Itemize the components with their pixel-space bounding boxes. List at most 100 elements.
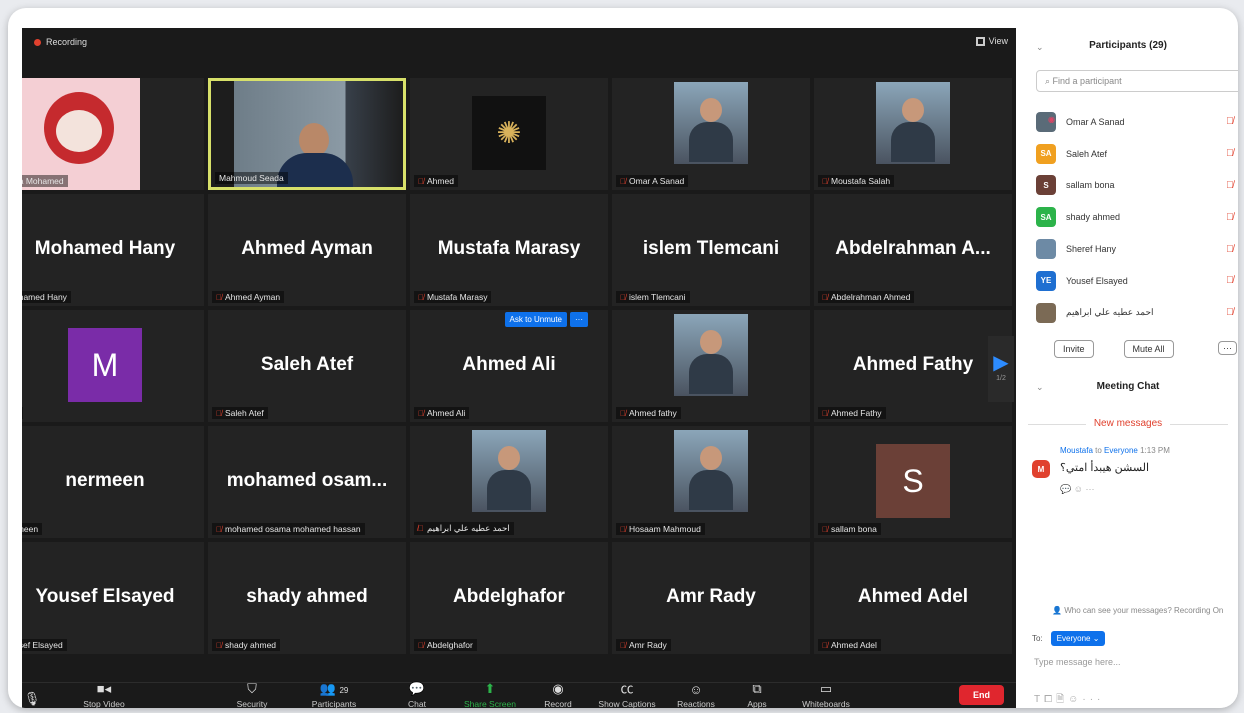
participant-name-label: 🎙̸ Ahmed fathy	[616, 407, 681, 419]
participant-tile[interactable]: Saleh Atef 🎙̸ Saleh Atef	[208, 310, 406, 422]
view-button[interactable]: View	[975, 36, 1008, 46]
file-icon[interactable]: 🗎	[1056, 694, 1068, 705]
participant-list-item[interactable]: Ssallam bona 🎙̸⧄	[1036, 170, 1238, 202]
participant-list-item[interactable]: SA Saleh Atef 🎙̸⧄	[1036, 138, 1238, 170]
name-label-text: mohamed osama mohamed hassan	[225, 524, 361, 534]
next-page-button[interactable]: ▶ 1/2	[988, 336, 1014, 402]
more-icon[interactable]: ···	[1082, 694, 1104, 705]
muted-microphone-icon[interactable]: 🎙̸	[1226, 116, 1234, 127]
participant-tile[interactable]: islem Tlemcani 🎙̸ islem Tlemcani	[612, 194, 810, 306]
participant-tile[interactable]: Mohamed Hany ohamed Hany	[22, 194, 204, 306]
name-label-text: ohamed Hany	[22, 292, 67, 302]
name-label-text: Ahmed	[427, 176, 454, 186]
participant-tile[interactable]: S 🎙̸ sallam bona	[814, 426, 1012, 538]
participant-name-label: 🎙̸ Hosaam Mahmoud	[616, 523, 705, 535]
name-label-text: islem Tlemcani	[629, 292, 686, 302]
show-captions-button[interactable]: ㏄ Show Captions	[587, 678, 667, 708]
participant-tile[interactable]: aa Mohamed	[22, 78, 204, 190]
participant-tile[interactable]: Yousef Elsayed usef Elsayed	[22, 542, 204, 654]
participant-tile[interactable]: Ahmed Ayman 🎙̸ Ahmed Ayman	[208, 194, 406, 306]
record-button[interactable]: ◉ Record	[518, 681, 598, 708]
muted-microphone-icon: 🎙̸	[216, 293, 222, 302]
participant-tile[interactable]: Abdelghafor 🎙̸ Abdelghafor	[410, 542, 608, 654]
participant-tile[interactable]: 🎙̸ Moustafa Salah	[814, 78, 1012, 190]
muted-microphone-icon[interactable]: 🎙̸	[1226, 275, 1234, 286]
muted-microphone-icon: 🎙̸	[418, 177, 424, 186]
participant-tile[interactable]: Mustafa Marasy 🎙̸ Mustafa Marasy	[410, 194, 608, 306]
participant-tile[interactable]: ✺ 🎙̸ Ahmed	[410, 78, 608, 190]
participant-tile[interactable]: 🎙̸ احمد عطيه علي ابراهيم	[410, 426, 608, 538]
participant-name-label: 🎙̸ Moustafa Salah	[818, 175, 895, 187]
participant-list-item[interactable]: Omar A Sanad◉🎙̸⧄	[1036, 106, 1238, 138]
participant-name-label: 🎙̸ Amr Rady	[616, 639, 671, 651]
participant-tile[interactable]: Amr Rady 🎙̸ Amr Rady	[612, 542, 810, 654]
share-screen-label: Share Screen	[464, 699, 516, 708]
participant-tile[interactable]: Ahmed Ali 🎙̸ Ahmed Ali Ask to Unmute ···	[410, 310, 608, 422]
participant-tile[interactable]: 🎙̸ Omar A Sanad	[612, 78, 810, 190]
muted-microphone-icon: 🎙̸	[822, 409, 828, 418]
participant-tile[interactable]: mohamed osam... 🎙̸ mohamed osama mohamed h…	[208, 426, 406, 538]
stop-video-button[interactable]: ■◂ Stop Video	[64, 681, 144, 708]
participant-search-input[interactable]: ⌕ Find a participant	[1036, 70, 1238, 92]
chat-button[interactable]: 💬 Chat	[377, 681, 457, 708]
avatar	[674, 314, 748, 396]
participant-name-label: 🎙̸ Ahmed Ayman	[212, 291, 285, 303]
participant-tile[interactable]: Ahmed Adel 🎙̸ Ahmed Adel	[814, 542, 1012, 654]
participant-tile[interactable]: Abdelrahman A... 🎙̸ Abdelrahman Ahmed	[814, 194, 1012, 306]
participant-list-item[interactable]: احمد عطيه علي ابراهيم 🎙̸⧄	[1036, 297, 1238, 329]
participant-list-item[interactable]: YE Yousef Elsayed ◉ 🎙̸⧄	[1036, 115, 1238, 297]
participant-tile[interactable]: 🎙̸ Ahmed fathy	[612, 310, 810, 422]
participant-tile[interactable]: Mahmoud Seada	[208, 78, 406, 190]
participant-name-label: 🎙̸ Ahmed Adel	[818, 639, 881, 651]
participant-display-name: Amr Rady	[666, 586, 756, 607]
participants-button[interactable]: 👥 29 Participants	[294, 681, 374, 708]
participants-more-button[interactable]: ···	[1218, 341, 1237, 355]
mute-all-button[interactable]: Mute All	[1123, 340, 1174, 358]
participant-tile[interactable]: MF	[22, 310, 204, 422]
muted-microphone-icon[interactable]: 🎙̸	[1226, 212, 1234, 223]
muted-microphone-icon: 🎙̸	[822, 641, 828, 650]
invite-button[interactable]: Invite	[1054, 340, 1094, 358]
chat-message-input[interactable]: Type message here...	[1034, 657, 1121, 667]
reactions-label: Reactions	[677, 699, 715, 708]
message-recipient: Everyone	[1104, 446, 1138, 455]
security-button[interactable]: ⛉ Security	[212, 681, 292, 708]
format-icon[interactable]: T	[1034, 694, 1044, 705]
more-icon[interactable]: ···	[1085, 484, 1094, 494]
muted-microphone-icon[interactable]: 🎙̸	[1226, 180, 1234, 191]
recording-indicator[interactable]: Recording	[34, 37, 87, 47]
participant-status-icons: 🎙̸⧄	[1226, 212, 1238, 223]
reply-icon[interactable]: 💬	[1060, 484, 1071, 494]
name-label-text: usef Elsayed	[22, 640, 63, 650]
chat-label: Chat	[408, 699, 426, 708]
participant-tile[interactable]: nermeen rmeen	[22, 426, 204, 538]
participant-tile[interactable]: Ahmed Fathy 🎙̸ Ahmed Fathy	[814, 310, 1012, 422]
participant-name-label: 🎙̸ Abdelrahman Ahmed	[818, 291, 915, 303]
emoji-icon[interactable]: ☺	[1068, 694, 1082, 705]
ask-to-unmute-button[interactable]: Ask to Unmute	[504, 312, 567, 327]
end-meeting-button[interactable]: End	[959, 685, 1004, 705]
participant-display-name: Saleh Atef	[260, 354, 354, 375]
message-sender[interactable]: Moustafa	[1060, 446, 1093, 455]
muted-microphone-icon: 🎙̸	[216, 525, 222, 534]
whiteboards-button[interactable]: ▭ Whiteboards	[786, 681, 866, 708]
muted-microphone-icon[interactable]: 🎙̸	[1226, 244, 1234, 255]
participant-tile[interactable]: 🎙̸ Hosaam Mahmoud	[612, 426, 810, 538]
tile-more-button[interactable]: ···	[570, 312, 588, 327]
participants-count: 29	[339, 686, 349, 695]
apps-button[interactable]: ⧉ Apps	[717, 681, 797, 708]
who-can-see-messages-link[interactable]: 👤 Who can see your messages? Recording O…	[1052, 606, 1223, 615]
recipient-row: To: Everyone ⌄	[1032, 631, 1106, 646]
participant-tile[interactable]: shady ahmed 🎙̸ shady ahmed	[208, 542, 406, 654]
participant-name: احمد عطيه علي ابراهيم	[1066, 307, 1154, 318]
participant-list-item[interactable]: SA shady ahmed 🎙̸⧄	[1036, 201, 1238, 233]
screenshot-icon[interactable]: ⧠	[1044, 694, 1056, 705]
participant-name-label: usef Elsayed	[22, 639, 67, 651]
whiteboard-icon: ▭	[819, 681, 833, 696]
participant-list-item[interactable]: Sheref Hany 🎙̸⧄	[1036, 233, 1238, 265]
muted-microphone-icon[interactable]: 🎙̸	[1226, 148, 1234, 159]
chat-bubble-icon: 💬	[408, 681, 426, 696]
recipient-select[interactable]: Everyone ⌄	[1050, 631, 1106, 646]
muted-microphone-icon[interactable]: 🎙̸	[1226, 307, 1234, 318]
add-reaction-icon[interactable]: ☺	[1074, 484, 1083, 494]
